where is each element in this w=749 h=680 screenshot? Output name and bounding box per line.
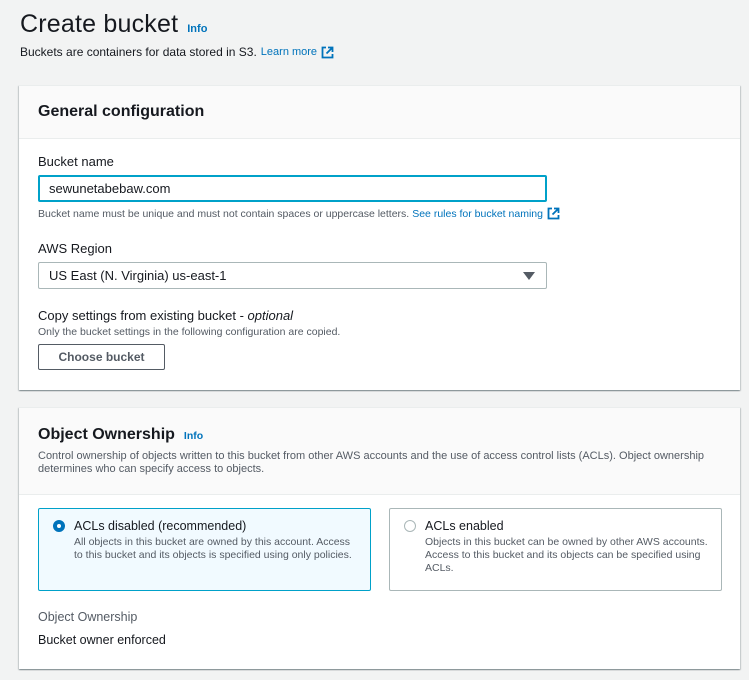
page-header: Create bucket Info Buckets are container… bbox=[20, 10, 334, 59]
aws-region-select[interactable]: US East (N. Virginia) us-east-1 bbox=[38, 262, 547, 289]
bucket-naming-rules-link[interactable]: See rules for bucket naming bbox=[412, 207, 560, 220]
aws-region-label: AWS Region bbox=[38, 241, 112, 256]
info-link[interactable]: Info bbox=[187, 23, 207, 35]
title-row: Create bucket Info bbox=[20, 10, 334, 39]
copy-settings-label: Copy settings from existing bucket - opt… bbox=[38, 308, 293, 323]
external-link-icon bbox=[321, 46, 334, 58]
panel-title: Object Ownership Info bbox=[38, 426, 721, 444]
subtitle-text: Buckets are containers for data stored i… bbox=[20, 45, 257, 59]
choose-bucket-button[interactable]: Choose bucket bbox=[38, 344, 165, 370]
panel-description: Control ownership of objects written to … bbox=[38, 450, 705, 475]
general-configuration-panel: General configuration Bucket name Bucket… bbox=[19, 85, 740, 390]
panel-title-text: Object Ownership bbox=[38, 426, 175, 443]
external-link-icon bbox=[547, 207, 560, 220]
panel-header: Object Ownership Info Control ownership … bbox=[19, 408, 740, 495]
constraint-text: Bucket name must be unique and must not … bbox=[38, 207, 410, 220]
info-link[interactable]: Info bbox=[184, 430, 203, 442]
panel-header: General configuration bbox=[19, 86, 740, 139]
bucket-name-label: Bucket name bbox=[38, 154, 114, 169]
tile-label: ACLs enabled bbox=[425, 519, 504, 533]
selected-region: US East (N. Virginia) us-east-1 bbox=[49, 268, 227, 283]
acls-enabled-tile[interactable]: ACLs enabled Objects in this bucket can … bbox=[389, 508, 722, 591]
ownership-key: Object Ownership bbox=[38, 610, 138, 624]
bucket-name-input[interactable] bbox=[38, 175, 547, 202]
caret-down-icon bbox=[523, 272, 535, 280]
radio-icon[interactable] bbox=[404, 520, 416, 532]
tile-label: ACLs disabled (recommended) bbox=[74, 519, 247, 533]
page-title: Create bucket bbox=[20, 10, 179, 38]
panel-title: General configuration bbox=[38, 103, 205, 120]
acls-disabled-tile[interactable]: ACLs disabled (recommended) All objects … bbox=[38, 508, 371, 591]
object-ownership-panel: Object Ownership Info Control ownership … bbox=[19, 407, 740, 669]
copy-settings-text: Copy settings from existing bucket - bbox=[38, 308, 248, 323]
tile-description: Objects in this bucket can be owned by o… bbox=[425, 536, 708, 574]
ownership-value: Bucket owner enforced bbox=[38, 633, 166, 647]
copy-settings-description: Only the bucket settings in the followin… bbox=[38, 326, 341, 338]
radio-icon[interactable] bbox=[53, 520, 65, 532]
rules-link-label: See rules for bucket naming bbox=[412, 207, 543, 220]
learn-more-link[interactable]: Learn more bbox=[261, 46, 334, 59]
bucket-name-constraint: Bucket name must be unique and must not … bbox=[38, 207, 560, 220]
page-subtitle: Buckets are containers for data stored i… bbox=[20, 45, 334, 59]
learn-more-label: Learn more bbox=[260, 46, 318, 58]
tile-description: All objects in this bucket are owned by … bbox=[74, 536, 352, 561]
optional-text: optional bbox=[247, 308, 294, 323]
